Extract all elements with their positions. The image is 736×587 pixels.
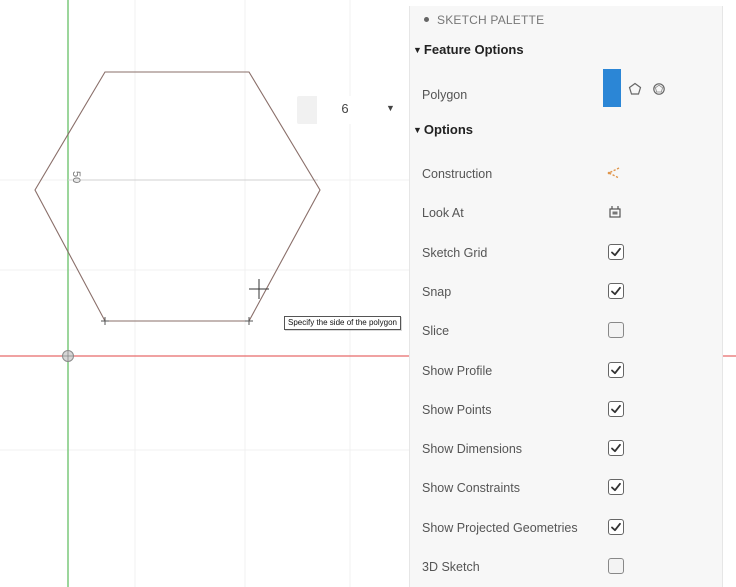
checkmark-icon [611, 247, 621, 256]
polygon-option-row: Polygon [410, 79, 722, 113]
feature-options-header[interactable]: ▼ Feature Options [413, 42, 524, 57]
option-label: 3D Sketch [422, 560, 480, 574]
option-row-slice[interactable]: Slice [410, 315, 722, 349]
checkmark-icon [611, 404, 621, 413]
option-label: Show Dimensions [422, 442, 523, 457]
option-row-construction[interactable]: Construction [410, 158, 722, 192]
show-profile-checkbox[interactable] [608, 361, 624, 378]
option-label: Look At [422, 206, 464, 221]
crosshair-cursor-icon [249, 279, 269, 299]
look-at-icon[interactable] [607, 204, 623, 220]
option-label: Sketch Grid [422, 245, 488, 260]
palette-title[interactable]: SKETCH PALETTE [424, 13, 544, 27]
sketch-grid-checkbox[interactable] [608, 243, 624, 260]
option-row-show-constraints[interactable]: Show Constraints [410, 472, 722, 506]
construction-icon[interactable] [606, 165, 622, 181]
polygon-sides-value[interactable]: 6 [322, 101, 368, 116]
checkmark-icon [611, 443, 621, 453]
checkmark-icon [611, 483, 621, 492]
polygon-tooltip: Specify the side of the polygon [284, 316, 401, 330]
option-row-show-points[interactable]: Show Points [410, 394, 722, 428]
option-row-show-dimensions[interactable]: Show Dimensions [410, 433, 722, 467]
show-points-checkbox[interactable] [608, 400, 624, 417]
options-header[interactable]: ▼ Options [413, 122, 473, 137]
snap-checkbox[interactable] [608, 282, 624, 299]
dimension-label[interactable]: 50 [70, 171, 82, 183]
option-row-show-profile[interactable]: Show Profile [410, 355, 722, 389]
option-row-3d-sketch[interactable]: 3D Sketch [410, 551, 722, 585]
show-dimensions-checkbox[interactable] [608, 440, 624, 457]
grid-lines [0, 0, 409, 587]
option-label: Show Profile [422, 363, 493, 378]
collapse-triangle-icon: ▼ [413, 45, 422, 55]
3d-sketch-checkbox[interactable] [608, 558, 624, 574]
hexagon-sketch[interactable] [34, 71, 321, 322]
option-label: Construction [422, 167, 493, 181]
checkmark-icon [611, 286, 621, 295]
option-row-sketch-grid[interactable]: Sketch Grid [410, 237, 722, 271]
dropdown-arrow-icon[interactable]: ▼ [386, 103, 395, 113]
checkmark-icon [611, 365, 621, 374]
option-label: Show Constraints [422, 481, 520, 496]
show-projected-geometries-checkbox[interactable] [608, 518, 624, 535]
polygon-type-selected[interactable] [603, 69, 621, 107]
option-label: Show Projected Geometries [422, 520, 578, 535]
option-label: Show Points [422, 402, 492, 417]
option-row-show-projected-geometries[interactable]: Show Projected Geometries [410, 512, 722, 546]
inscribed-polygon-icon[interactable] [628, 82, 642, 96]
slice-checkbox[interactable] [608, 322, 624, 339]
palette-bullet-icon [424, 17, 429, 22]
origin-point-icon[interactable] [62, 350, 74, 362]
show-constraints-checkbox[interactable] [608, 479, 624, 496]
collapse-triangle-icon: ▼ [413, 125, 422, 135]
circumscribed-polygon-icon[interactable] [652, 82, 666, 96]
option-label: Snap [422, 284, 452, 299]
polygon-label: Polygon [422, 88, 468, 102]
sketch-palette: SKETCH PALETTE ▼ Feature Options Polygon … [409, 6, 723, 587]
option-label: Slice [422, 324, 450, 339]
checkmark-icon [611, 522, 621, 531]
option-row-look-at[interactable]: Look At [410, 197, 722, 231]
option-row-snap[interactable]: Snap [410, 276, 722, 310]
